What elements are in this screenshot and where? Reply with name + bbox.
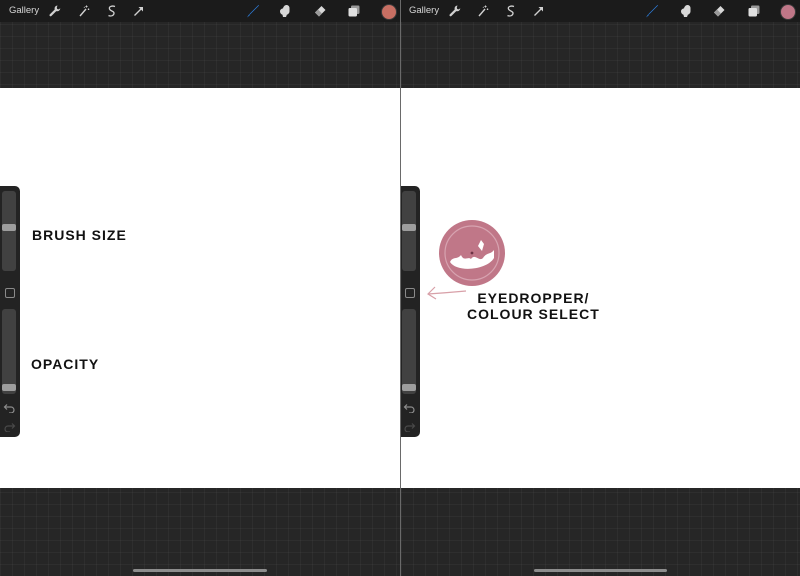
brush-sidebar — [401, 186, 420, 437]
magic-wand-icon[interactable] — [76, 3, 92, 19]
eyedropper-annotation-line2: COLOUR SELECT — [467, 306, 600, 322]
screenshot-panel-right: Gallery EYEDROPPER/ COLOUR SELECT — [401, 0, 800, 576]
brush-icon[interactable] — [644, 3, 660, 19]
drawing-canvas[interactable] — [0, 88, 400, 488]
eyedropper-annotation: EYEDROPPER/ COLOUR SELECT — [467, 290, 600, 322]
home-indicator — [133, 569, 267, 572]
move-icon[interactable] — [131, 3, 147, 19]
selection-icon[interactable] — [503, 3, 519, 19]
undo-icon[interactable] — [3, 401, 16, 413]
layers-icon[interactable] — [746, 3, 762, 19]
undo-icon[interactable] — [403, 401, 416, 413]
top-toolbar: Gallery — [401, 0, 800, 22]
top-toolbar: Gallery — [0, 0, 400, 22]
current-color-swatch[interactable] — [780, 4, 796, 20]
brush-size-slider[interactable] — [2, 191, 16, 271]
wrench-icon[interactable] — [447, 3, 463, 19]
move-icon[interactable] — [531, 3, 547, 19]
annotation-arrow-icon — [427, 286, 467, 300]
brush-size-slider-thumb[interactable] — [402, 224, 416, 231]
redo-icon[interactable] — [3, 420, 16, 432]
opacity-slider-thumb[interactable] — [2, 384, 16, 391]
brush-icon[interactable] — [245, 3, 261, 19]
selection-icon[interactable] — [104, 3, 120, 19]
current-color-swatch[interactable] — [381, 4, 397, 20]
smudge-icon[interactable] — [277, 3, 293, 19]
brush-size-annotation: BRUSH SIZE — [32, 227, 127, 243]
modify-button[interactable] — [405, 288, 415, 298]
opacity-annotation: OPACITY — [31, 356, 100, 372]
eyedropper-loupe — [439, 220, 505, 286]
magic-wand-icon[interactable] — [475, 3, 491, 19]
brush-sidebar — [0, 186, 20, 437]
eraser-icon[interactable] — [711, 3, 727, 19]
modify-button[interactable] — [5, 288, 15, 298]
wrench-icon[interactable] — [47, 3, 63, 19]
home-indicator — [534, 569, 667, 572]
opacity-slider-thumb[interactable] — [402, 384, 416, 391]
eyedropper-annotation-line1: EYEDROPPER/ — [477, 290, 590, 306]
eraser-icon[interactable] — [312, 3, 328, 19]
brush-size-slider[interactable] — [402, 191, 416, 271]
smudge-icon[interactable] — [678, 3, 694, 19]
redo-icon[interactable] — [403, 420, 416, 432]
gallery-button[interactable]: Gallery — [9, 5, 39, 17]
opacity-slider[interactable] — [2, 309, 16, 394]
screenshot-panel-left: Gallery BRUSH SIZE OPACITY — [0, 0, 400, 576]
gallery-button[interactable]: Gallery — [409, 5, 439, 17]
opacity-slider[interactable] — [402, 309, 416, 394]
layers-icon[interactable] — [346, 3, 362, 19]
brush-size-slider-thumb[interactable] — [2, 224, 16, 231]
